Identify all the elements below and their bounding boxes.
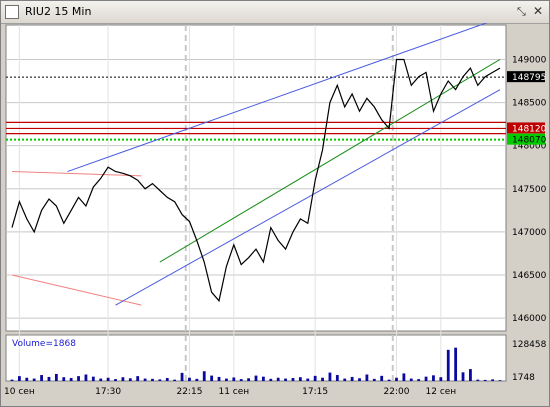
volume-bar [350,376,354,381]
volume-bar [395,377,398,381]
price-chart[interactable]: 1490001485001480001475001470001465001460… [1,23,549,406]
volume-bar [247,378,251,381]
time-axis-label: 12 сен [426,387,457,397]
price-pane [5,24,507,332]
title-bar[interactable]: RIU2 15 Min ⤡ ✕ [1,1,549,24]
close-icon[interactable]: ✕ [533,4,543,18]
volume-bar [84,374,88,381]
volume-bar [306,378,310,381]
volume-bar [417,379,421,381]
volume-bar [217,376,221,381]
volume-bar [54,373,58,381]
volume-bar [62,377,66,381]
volume-bar [158,379,162,381]
volume-bar [387,379,391,381]
volume-bar [291,378,295,381]
volume-bar [276,377,280,381]
volume-bar [69,378,73,381]
chart-app-icon [5,5,19,19]
volume-bar [77,376,80,381]
time-axis-label: 11 сен [218,387,249,397]
volume-bar [225,378,228,381]
volume-bar [128,378,132,381]
volume-bar [321,377,324,381]
volume-bar [47,376,51,381]
volume-bar [17,376,21,381]
volume-bar [99,378,103,381]
price-tag-label: 148070 [512,136,547,146]
price-tag-label: 148795 [512,73,546,83]
volume-bar [432,375,435,381]
price-tag-label: 148120 [512,124,547,134]
volume-bar [114,379,117,381]
price-tick-label: 147000 [512,228,547,238]
time-axis-label: 22:00 [384,387,410,397]
volume-bar [32,378,36,381]
volume-bar [143,378,147,381]
time-axis-label: 10 сен [4,387,35,397]
volume-bar [469,369,472,381]
volume-bar [165,378,169,381]
volume-bar [210,375,214,381]
volume-bar [188,377,191,381]
volume-bar [180,372,184,381]
volume-bar [25,377,29,381]
volume-bar [476,379,480,381]
volume-bar [91,376,95,381]
volume-label: Volume=1868 [12,339,76,349]
volume-bar [358,378,361,381]
volume-bar [454,347,458,381]
volume-bar [151,378,154,381]
volume-bar [498,380,502,381]
volume-bar [424,376,428,381]
volume-bar [40,375,43,381]
time-axis-label: 17:30 [95,387,121,397]
resize-arrows-icon[interactable]: ⤡ [517,5,526,19]
volume-bar [239,379,243,381]
volume-bar [195,378,199,381]
volume-bar [10,379,14,381]
volume-bar [491,379,495,381]
volume-bar [313,375,317,381]
volume-bar [402,373,406,381]
price-tick-label: 148500 [512,99,547,109]
volume-bar [343,378,347,381]
volume-bar [446,349,450,381]
volume-bar [439,377,443,381]
volume-bar [483,379,487,381]
volume-bar [121,377,125,381]
volume-bar [261,376,265,381]
volume-bar [136,376,140,381]
volume-tick-label: 128458 [512,340,547,350]
volume-pane [5,334,507,382]
volume-bar [461,372,465,381]
chart-window: RIU2 15 Min ⤡ ✕ 149000 148500 148000 147500… [0,0,550,407]
price-tick-label: 147500 [512,185,547,195]
price-tick-label: 146000 [512,314,547,324]
volume-bar [372,378,376,381]
time-axis-label: 22:15 [176,387,202,397]
volume-bar [409,378,413,381]
volume-bar [365,374,369,381]
volume-bar [269,378,273,381]
price-tick-label: 146500 [512,271,547,281]
volume-bar [335,375,339,381]
volume-bar [380,375,384,381]
volume-tick-label: 1748 [512,373,535,383]
volume-bar [298,377,302,381]
volume-bar [254,375,258,381]
price-tick-label: 149000 [512,55,547,65]
volume-bar [284,378,287,381]
window-title: RIU2 15 Min [25,5,92,18]
volume-bar [232,377,236,381]
time-axis-label: 17:15 [302,387,328,397]
volume-bar [202,371,206,381]
volume-bar [106,377,110,381]
volume-bar [173,379,177,381]
volume-bar [328,372,332,381]
